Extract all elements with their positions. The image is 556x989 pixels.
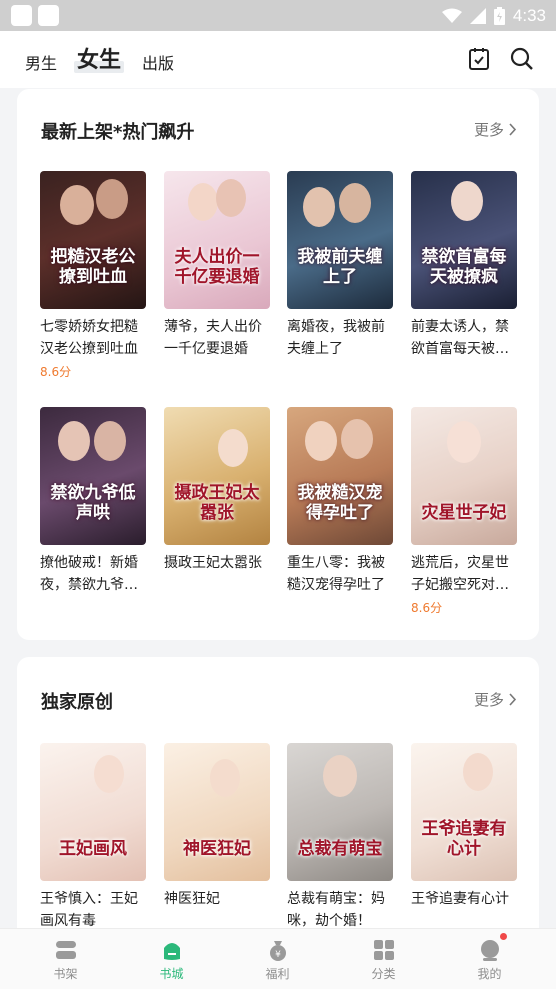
more-link[interactable]: 更多 bbox=[474, 119, 517, 140]
category-grid-icon bbox=[373, 940, 394, 960]
nav-label: 福利 bbox=[265, 967, 290, 981]
book-cover[interactable]: 夫人出价一千亿要退婚 bbox=[164, 171, 270, 309]
book-item[interactable]: 夫人出价一千亿要退婚 薄爷，夫人出价一千亿要退婚 bbox=[164, 171, 270, 360]
more-label: 更多 bbox=[473, 121, 504, 139]
book-cover[interactable]: 王爷追妻有心计 bbox=[411, 743, 517, 881]
book-cover[interactable]: 摄政王妃太嚣张 bbox=[164, 407, 270, 545]
book-item[interactable]: 摄政王妃太嚣张 摄政王妃太嚣张 bbox=[164, 407, 270, 596]
notification-icon bbox=[38, 5, 59, 26]
profile-icon bbox=[480, 940, 499, 961]
book-title: 王爷追妻有心计 bbox=[411, 891, 509, 907]
book-cover[interactable]: 王妃画风 bbox=[40, 743, 146, 881]
tab-publish[interactable]: 出版 bbox=[142, 50, 174, 74]
nav-profile[interactable]: 我的 bbox=[434, 929, 545, 989]
status-time: 4:33 bbox=[512, 5, 546, 25]
book-cover[interactable]: 神医狂妃 bbox=[164, 743, 270, 881]
tab-male[interactable]: 男生 bbox=[25, 50, 57, 74]
cover-title: 夫人出价一千亿要退婚 bbox=[174, 247, 260, 287]
cover-title: 王爷追妻有心计 bbox=[421, 819, 507, 859]
nav-label: 书城 bbox=[159, 967, 184, 981]
cover-title: 王妃画风 bbox=[59, 839, 127, 859]
cover-title: 神医狂妃 bbox=[183, 839, 251, 859]
book-item[interactable]: 我被糙汉宠得孕吐了 重生八零：我被糙汉宠得孕吐了 bbox=[287, 407, 393, 596]
book-item[interactable]: 禁欲九爷低声哄 撩他破戒！新婚夜，禁欲九爷… bbox=[40, 407, 146, 596]
book-score: 8.6分 bbox=[411, 601, 443, 615]
wifi-icon bbox=[441, 8, 462, 23]
book-title: 逃荒后，灾星世子妃搬空死对… bbox=[411, 555, 509, 593]
book-item[interactable]: 王妃画风 王爷慎入：王妃画风有毒 bbox=[40, 743, 146, 932]
status-bar: 4:33 bbox=[0, 0, 556, 31]
book-cover[interactable]: 把糙汉老公撩到吐血 bbox=[40, 171, 146, 309]
book-cover[interactable]: 我被前夫缠上了 bbox=[287, 171, 393, 309]
section-title: 独家原创 bbox=[41, 692, 113, 713]
book-item[interactable]: 灾星世子妃 逃荒后，灾星世子妃搬空死对… 8.6分 bbox=[411, 407, 517, 616]
more-link[interactable]: 更多 bbox=[474, 689, 517, 710]
battery-icon bbox=[493, 6, 505, 25]
svg-text:¥: ¥ bbox=[275, 950, 281, 960]
book-title: 神医狂妃 bbox=[164, 891, 220, 907]
chevron-right-icon bbox=[509, 693, 517, 706]
bottom-navigation: 书架 书城 ¥ 福利 分类 我的 bbox=[0, 928, 556, 989]
book-score: 8.6分 bbox=[40, 365, 72, 379]
book-title: 摄政王妃太嚣张 bbox=[164, 555, 262, 571]
book-cover[interactable]: 我被糙汉宠得孕吐了 bbox=[287, 407, 393, 545]
section-exclusive-original: 独家原创 更多 王妃画风 王爷慎入：王妃画风有毒 神医狂妃 神医狂妃 总裁有萌宝… bbox=[17, 657, 539, 947]
gift-bag-icon: ¥ bbox=[269, 941, 286, 961]
tab-female[interactable]: 女生 bbox=[77, 42, 121, 74]
notification-icon bbox=[11, 5, 32, 26]
nav-bookstore[interactable]: 书城 bbox=[116, 929, 227, 989]
book-title: 前妻太诱人，禁欲首富每天被… bbox=[411, 319, 509, 357]
book-title: 王爷慎入：王妃画风有毒 bbox=[40, 891, 138, 929]
book-title: 撩他破戒！新婚夜，禁欲九爷… bbox=[40, 555, 138, 593]
nav-bookshelf[interactable]: 书架 bbox=[10, 929, 121, 989]
notification-badge bbox=[500, 933, 507, 940]
book-cover[interactable]: 灾星世子妃 bbox=[411, 407, 517, 545]
cover-title: 把糙汉老公撩到吐血 bbox=[50, 247, 136, 287]
book-title: 重生八零：我被糙汉宠得孕吐了 bbox=[287, 555, 385, 593]
book-title: 总裁有萌宝：妈咪，劫个婚！ bbox=[287, 891, 385, 929]
book-item[interactable]: 总裁有萌宝 总裁有萌宝：妈咪，劫个婚！ bbox=[287, 743, 393, 932]
book-title: 离婚夜，我被前夫缠上了 bbox=[287, 319, 385, 357]
cover-title: 总裁有萌宝 bbox=[297, 839, 383, 859]
cover-title: 禁欲首富每天被撩疯 bbox=[421, 247, 507, 287]
nav-welfare[interactable]: ¥ 福利 bbox=[222, 929, 333, 989]
book-cover[interactable]: 禁欲九爷低声哄 bbox=[40, 407, 146, 545]
more-label: 更多 bbox=[473, 691, 504, 709]
book-title: 薄爷，夫人出价一千亿要退婚 bbox=[164, 319, 262, 357]
book-item[interactable]: 把糙汉老公撩到吐血 七零娇娇女把糙汉老公撩到吐血 8.6分 bbox=[40, 171, 146, 380]
nav-label: 我的 bbox=[477, 967, 502, 981]
section-title: 最新上架*热门飙升 bbox=[41, 122, 195, 143]
book-item[interactable]: 神医狂妃 神医狂妃 bbox=[164, 743, 270, 932]
nav-category[interactable]: 分类 bbox=[328, 929, 439, 989]
book-item[interactable]: 禁欲首富每天被撩疯 前妻太诱人，禁欲首富每天被… bbox=[411, 171, 517, 360]
top-header: 男生 女生 出版 bbox=[0, 31, 556, 88]
search-icon[interactable] bbox=[508, 45, 536, 73]
book-cover[interactable]: 总裁有萌宝 bbox=[287, 743, 393, 881]
nav-label: 书架 bbox=[53, 967, 78, 981]
book-item[interactable]: 王爷追妻有心计 王爷追妻有心计 bbox=[411, 743, 517, 932]
chevron-right-icon bbox=[509, 123, 517, 136]
book-title: 七零娇娇女把糙汉老公撩到吐血 bbox=[40, 319, 138, 357]
signal-icon bbox=[469, 7, 486, 24]
book-item[interactable]: 我被前夫缠上了 离婚夜，我被前夫缠上了 bbox=[287, 171, 393, 360]
cover-title: 我被前夫缠上了 bbox=[297, 247, 383, 287]
bookstore-icon bbox=[163, 943, 180, 960]
cover-title: 禁欲九爷低声哄 bbox=[50, 483, 136, 523]
cover-title: 摄政王妃太嚣张 bbox=[174, 483, 260, 523]
check-in-calendar-icon[interactable] bbox=[465, 45, 493, 73]
section-hot-new: 最新上架*热门飙升 更多 把糙汉老公撩到吐血 七零娇娇女把糙汉老公撩到吐血 8.… bbox=[17, 89, 539, 640]
cover-title: 灾星世子妃 bbox=[421, 503, 507, 523]
nav-label: 分类 bbox=[371, 967, 396, 981]
cover-title: 我被糙汉宠得孕吐了 bbox=[297, 483, 383, 523]
book-cover[interactable]: 禁欲首富每天被撩疯 bbox=[411, 171, 517, 309]
bookshelf-icon bbox=[55, 941, 76, 959]
